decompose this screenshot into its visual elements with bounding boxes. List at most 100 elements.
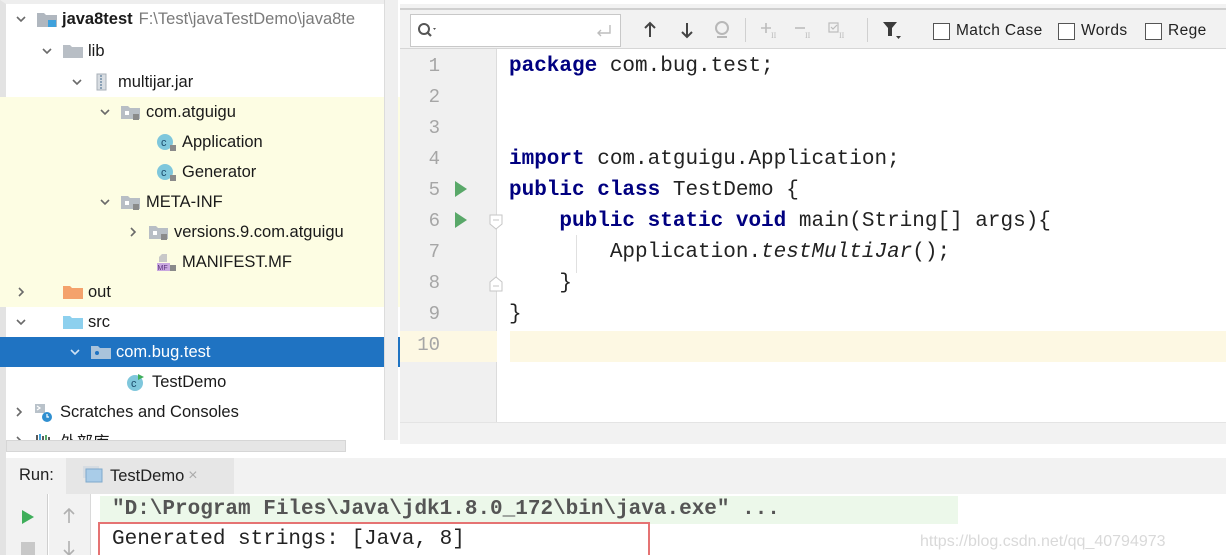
match-case-checkbox[interactable]: Match Case [933,22,1043,40]
chevron-right-icon[interactable] [10,406,28,418]
console-output-line: Generated strings: [Java, 8] [112,528,465,551]
excluded-folder-icon [62,283,84,301]
run-tab-testdemo[interactable]: TestDemo × [66,458,234,494]
words-checkbox[interactable]: Words [1058,22,1128,40]
line-number: 10 [417,334,440,356]
code-line[interactable]: public static void main(String[] args){ [509,206,1051,237]
enter-icon [594,21,614,41]
toolbar-separator [867,18,868,42]
class-locked-icon: c [156,133,178,151]
tree-item-label: com.atguigu [146,102,236,121]
checkbox-box[interactable] [1058,22,1075,40]
checkbox-box[interactable] [1145,22,1162,40]
editor-horizontal-scroll-area [400,422,1226,444]
tree-item-label: TestDemo [152,372,227,391]
chevron-down-icon[interactable] [68,76,86,88]
line-number: 4 [428,148,440,170]
chevron-down-icon[interactable] [38,45,56,57]
select-all-occurrences-icon[interactable]: II [826,18,850,42]
tree-vertical-scrollbar[interactable] [384,0,398,440]
package-icon [90,343,112,361]
fold-icon[interactable] [489,214,503,230]
tree-item-label: MANIFEST.MF [182,252,292,271]
add-occurrence-icon[interactable]: II [758,18,782,42]
filter-icon[interactable] [880,18,904,42]
svg-text:c: c [131,378,137,390]
tree-item-label: META-INF [146,192,223,211]
tree-item-label: src [88,312,110,331]
code-line[interactable]: } [509,299,522,330]
code-keyword: package [509,55,598,78]
find-all-icon[interactable] [710,18,734,42]
remove-occurrence-icon[interactable]: II [792,18,816,42]
code-text: } [509,303,522,326]
runnable-class-icon: c [126,373,148,391]
line-number: 9 [428,303,440,325]
checkbox-label: Match Case [956,22,1043,39]
tree-scroll-corner [346,440,398,456]
code-keyword: import [509,148,585,171]
code-line[interactable]: package com.bug.test; [509,51,774,82]
module-folder-icon [36,10,58,28]
manifest-icon: MF [156,253,178,272]
tree-item-label: Application [182,132,263,151]
chevron-right-icon[interactable] [124,226,142,238]
code-text: TestDemo { [660,179,799,202]
svg-text:MF: MF [158,265,168,272]
chevron-down-icon[interactable] [66,346,84,358]
run-toolbar [6,494,48,555]
code-line[interactable]: import com.atguigu.Application; [509,144,900,175]
scroll-down-icon[interactable] [61,538,77,555]
code-text: main(String[] args){ [786,210,1051,233]
find-bar: II II II Match Case Words Rege [400,0,1226,49]
run-main-icon[interactable] [452,210,470,230]
scroll-up-icon[interactable] [61,506,77,531]
rerun-icon[interactable] [20,508,36,531]
run-class-icon[interactable] [452,179,470,199]
tree-item-label: out [88,282,111,301]
code-text: (); [912,241,951,264]
chevron-right-icon[interactable] [12,286,30,298]
search-icon[interactable] [417,21,441,41]
package-locked-icon [120,103,142,121]
checkbox-box[interactable] [933,22,950,40]
regex-checkbox[interactable]: Rege [1145,22,1207,40]
previous-occurrence-button[interactable] [638,18,662,42]
checkbox-label: Words [1081,22,1128,39]
code-keyword: public class [509,179,661,202]
line-number: 7 [428,241,440,263]
search-input[interactable] [410,14,621,47]
next-occurrence-button[interactable] [675,18,699,42]
scratches-icon [34,403,56,422]
fold-end-icon[interactable] [489,276,503,292]
module-path: F:\Test\javaTestDemo\java8te [138,9,356,28]
code-text: } [509,272,573,295]
svg-text:II: II [839,31,845,40]
run-config-icon [82,465,104,488]
line-number: 1 [428,55,440,77]
chevron-down-icon[interactable] [96,196,114,208]
package-locked-icon [120,193,142,211]
watermark: https://blog.csdn.net/qq_40794973 [920,533,1166,550]
toolbar-separator [745,18,746,42]
package-locked-icon [148,223,170,241]
tree-item-label: com.bug.test [116,342,211,361]
close-icon[interactable]: × [188,467,197,485]
chevron-down-icon[interactable] [96,106,114,118]
line-number: 3 [428,117,440,139]
chevron-down-icon[interactable] [12,13,30,25]
run-toolbar-secondary [49,494,91,555]
tree-item-label: versions.9.com.atguigu [174,222,344,241]
tree-horizontal-scrollbar[interactable] [6,440,346,452]
chevron-down-icon[interactable] [12,316,30,328]
code-line[interactable]: Application.testMultiJar(); [509,237,950,268]
tree-item-label: Generator [182,162,257,181]
stop-icon[interactable] [21,542,35,555]
code-line[interactable]: public class TestDemo { [509,175,799,206]
tree-item-label: Scratches and Consoles [60,402,239,421]
svg-text:II: II [771,31,777,40]
checkbox-label: Rege [1168,22,1207,39]
current-line-highlight [510,331,1226,362]
code-line[interactable]: } [509,268,572,299]
